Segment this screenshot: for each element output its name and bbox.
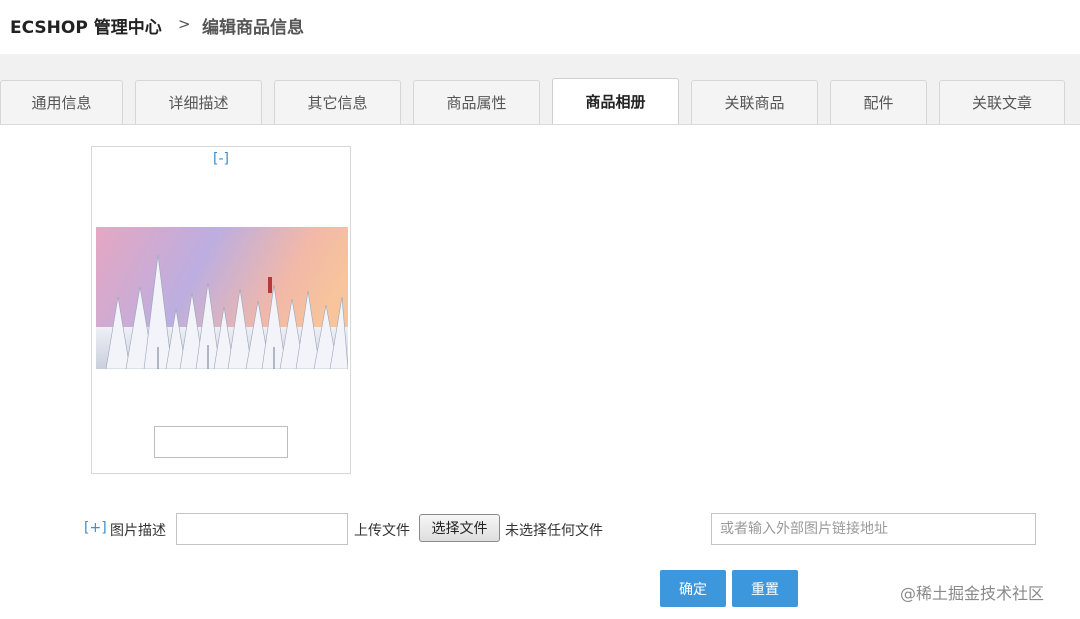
watermark: @稀土掘金技术社区	[900, 584, 1045, 603]
tab-general-info[interactable]: 通用信息	[0, 80, 123, 124]
page-header: ECSHOP 管理中心 > 编辑商品信息	[0, 0, 1080, 54]
breadcrumb-separator: >	[178, 15, 191, 33]
tab-other-info[interactable]: 其它信息	[274, 80, 401, 124]
page-title: 编辑商品信息	[202, 18, 304, 38]
upload-row: [+] 图片描述 上传文件 选择文件 未选择任何文件	[0, 512, 1080, 546]
choose-file-button[interactable]: 选择文件	[419, 514, 500, 542]
winter-snow-image	[96, 227, 348, 369]
tab-label: 其它信息	[307, 94, 368, 112]
external-image-url-input[interactable]	[711, 513, 1036, 545]
tab-linked-goods[interactable]: 关联商品	[691, 80, 818, 124]
tab-goods-gallery[interactable]: 商品相册	[552, 78, 679, 124]
tab-bar: 通用信息 详细描述 其它信息 商品属性 商品相册 关联商品 配件 关联文章	[0, 54, 1080, 125]
tab-linked-articles[interactable]: 关联文章	[939, 80, 1065, 124]
brand-title[interactable]: ECSHOP 管理中心	[10, 13, 162, 38]
reset-button[interactable]: 重置	[732, 570, 798, 607]
image-description-field[interactable]	[154, 426, 288, 458]
image-description-label: 图片描述	[110, 523, 166, 539]
upload-file-label: 上传文件	[354, 523, 410, 539]
gallery-thumbnail[interactable]	[96, 227, 348, 369]
confirm-button[interactable]: 确定	[660, 570, 726, 607]
tab-detail-description[interactable]: 详细描述	[135, 80, 262, 124]
tab-goods-attributes[interactable]: 商品属性	[413, 80, 540, 124]
delete-image-link[interactable]: [-]	[92, 151, 350, 167]
new-image-description-input[interactable]	[176, 513, 348, 545]
tab-label: 关联文章	[971, 94, 1032, 112]
tab-label: 商品属性	[446, 94, 507, 112]
no-file-selected-text: 未选择任何文件	[505, 523, 603, 539]
tab-label: 商品相册	[585, 93, 646, 111]
tab-label: 关联商品	[724, 94, 785, 112]
tab-label: 详细描述	[168, 94, 229, 112]
tab-label: 配件	[863, 94, 894, 112]
gallery-image-card: [-]	[91, 146, 351, 474]
tab-accessories[interactable]: 配件	[830, 80, 927, 124]
tab-label: 通用信息	[31, 94, 92, 112]
add-image-link[interactable]: [+]	[84, 520, 107, 536]
